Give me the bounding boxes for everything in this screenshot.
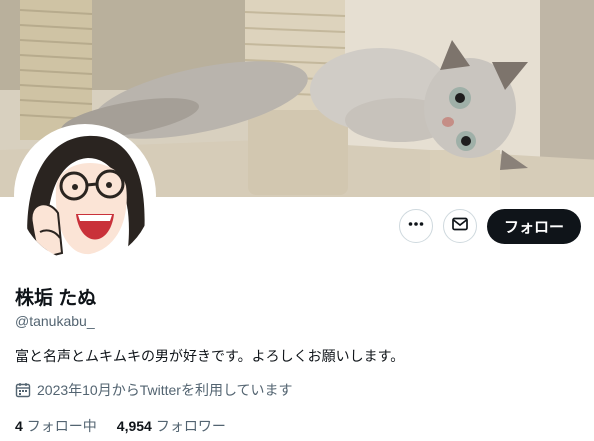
following-count: 4 <box>15 418 23 434</box>
following-link[interactable]: 4 フォロー中 <box>15 416 97 436</box>
envelope-icon <box>451 215 469 238</box>
follow-button[interactable]: フォロー <box>487 209 581 244</box>
display-name: 株垢 たぬ <box>15 288 97 309</box>
followers-label: フォロワー <box>155 418 226 434</box>
following-label: フォロー中 <box>26 418 97 434</box>
more-options-button[interactable] <box>399 209 433 243</box>
join-date-text: 2023年10月からTwitterを利用しています <box>37 382 293 398</box>
follow-stats: 4 フォロー中 4,954 フォロワー <box>15 416 246 436</box>
user-handle: @tanukabu_ <box>15 313 95 329</box>
followers-link[interactable]: 4,954 フォロワー <box>117 416 226 436</box>
profile-bio: 富と名声とムキムキの男が好きです。よろしくお願いします。 <box>15 348 405 364</box>
followers-count: 4,954 <box>116 418 152 434</box>
message-button[interactable] <box>443 209 477 243</box>
calendar-icon <box>15 382 31 398</box>
more-dots-icon <box>407 215 425 238</box>
follow-button-label: フォロー <box>503 219 564 236</box>
avatar-illustration <box>18 128 152 262</box>
profile-avatar[interactable] <box>14 124 156 266</box>
join-date: 2023年10月からTwitterを利用しています <box>15 380 293 400</box>
